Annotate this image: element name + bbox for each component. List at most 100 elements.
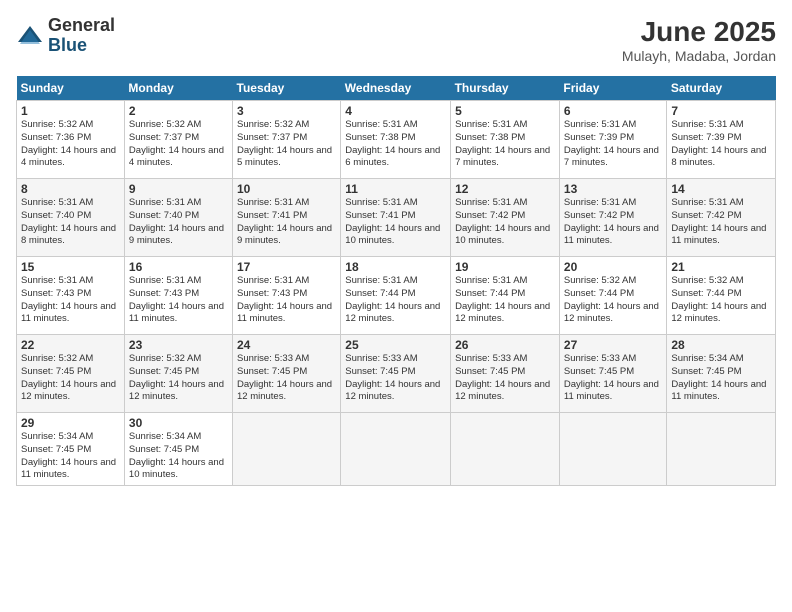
day-number: 10 xyxy=(237,182,336,196)
day-number: 21 xyxy=(671,260,771,274)
table-row: 4 Sunrise: 5:31 AM Sunset: 7:38 PM Dayli… xyxy=(341,101,451,179)
day-number: 20 xyxy=(564,260,662,274)
day-number: 26 xyxy=(455,338,555,352)
day-info: Sunrise: 5:34 AM Sunset: 7:45 PM Dayligh… xyxy=(21,431,120,482)
page: General Blue June 2025 Mulayh, Madaba, J… xyxy=(0,0,792,612)
table-row: 18 Sunrise: 5:31 AM Sunset: 7:44 PM Dayl… xyxy=(341,257,451,335)
table-row: 26 Sunrise: 5:33 AM Sunset: 7:45 PM Dayl… xyxy=(451,335,560,413)
table-row: 30 Sunrise: 5:34 AM Sunset: 7:45 PM Dayl… xyxy=(124,413,232,486)
header: General Blue June 2025 Mulayh, Madaba, J… xyxy=(16,16,776,64)
day-number: 23 xyxy=(129,338,228,352)
table-row xyxy=(559,413,666,486)
day-number: 17 xyxy=(237,260,336,274)
table-row: 27 Sunrise: 5:33 AM Sunset: 7:45 PM Dayl… xyxy=(559,335,666,413)
table-row: 7 Sunrise: 5:31 AM Sunset: 7:39 PM Dayli… xyxy=(667,101,776,179)
day-number: 2 xyxy=(129,104,228,118)
table-row: 29 Sunrise: 5:34 AM Sunset: 7:45 PM Dayl… xyxy=(17,413,125,486)
table-row: 2 Sunrise: 5:32 AM Sunset: 7:37 PM Dayli… xyxy=(124,101,232,179)
day-number: 28 xyxy=(671,338,771,352)
day-number: 29 xyxy=(21,416,120,430)
header-friday: Friday xyxy=(559,76,666,101)
table-row xyxy=(451,413,560,486)
day-info: Sunrise: 5:31 AM Sunset: 7:39 PM Dayligh… xyxy=(671,119,771,170)
day-info: Sunrise: 5:31 AM Sunset: 7:42 PM Dayligh… xyxy=(564,197,662,248)
day-info: Sunrise: 5:34 AM Sunset: 7:45 PM Dayligh… xyxy=(671,353,771,404)
calendar-table: Sunday Monday Tuesday Wednesday Thursday… xyxy=(16,76,776,486)
table-row: 20 Sunrise: 5:32 AM Sunset: 7:44 PM Dayl… xyxy=(559,257,666,335)
day-info: Sunrise: 5:32 AM Sunset: 7:44 PM Dayligh… xyxy=(564,275,662,326)
day-number: 1 xyxy=(21,104,120,118)
day-info: Sunrise: 5:31 AM Sunset: 7:38 PM Dayligh… xyxy=(455,119,555,170)
logo-general: General xyxy=(48,16,115,36)
day-info: Sunrise: 5:31 AM Sunset: 7:42 PM Dayligh… xyxy=(671,197,771,248)
logo-blue: Blue xyxy=(48,36,115,56)
day-number: 18 xyxy=(345,260,446,274)
day-info: Sunrise: 5:31 AM Sunset: 7:43 PM Dayligh… xyxy=(21,275,120,326)
header-monday: Monday xyxy=(124,76,232,101)
table-row: 25 Sunrise: 5:33 AM Sunset: 7:45 PM Dayl… xyxy=(341,335,451,413)
header-thursday: Thursday xyxy=(451,76,560,101)
table-row: 5 Sunrise: 5:31 AM Sunset: 7:38 PM Dayli… xyxy=(451,101,560,179)
day-number: 13 xyxy=(564,182,662,196)
day-number: 11 xyxy=(345,182,446,196)
table-row: 9 Sunrise: 5:31 AM Sunset: 7:40 PM Dayli… xyxy=(124,179,232,257)
logo-text: General Blue xyxy=(48,16,115,56)
table-row: 21 Sunrise: 5:32 AM Sunset: 7:44 PM Dayl… xyxy=(667,257,776,335)
day-number: 4 xyxy=(345,104,446,118)
table-row: 10 Sunrise: 5:31 AM Sunset: 7:41 PM Dayl… xyxy=(233,179,341,257)
location: Mulayh, Madaba, Jordan xyxy=(622,48,776,64)
day-number: 8 xyxy=(21,182,120,196)
day-info: Sunrise: 5:31 AM Sunset: 7:44 PM Dayligh… xyxy=(345,275,446,326)
day-info: Sunrise: 5:31 AM Sunset: 7:43 PM Dayligh… xyxy=(237,275,336,326)
day-number: 22 xyxy=(21,338,120,352)
table-row: 24 Sunrise: 5:33 AM Sunset: 7:45 PM Dayl… xyxy=(233,335,341,413)
table-row: 16 Sunrise: 5:31 AM Sunset: 7:43 PM Dayl… xyxy=(124,257,232,335)
header-tuesday: Tuesday xyxy=(233,76,341,101)
day-info: Sunrise: 5:32 AM Sunset: 7:37 PM Dayligh… xyxy=(129,119,228,170)
table-row: 17 Sunrise: 5:31 AM Sunset: 7:43 PM Dayl… xyxy=(233,257,341,335)
day-info: Sunrise: 5:33 AM Sunset: 7:45 PM Dayligh… xyxy=(345,353,446,404)
table-row: 22 Sunrise: 5:32 AM Sunset: 7:45 PM Dayl… xyxy=(17,335,125,413)
table-row: 19 Sunrise: 5:31 AM Sunset: 7:44 PM Dayl… xyxy=(451,257,560,335)
title-block: June 2025 Mulayh, Madaba, Jordan xyxy=(622,16,776,64)
day-info: Sunrise: 5:33 AM Sunset: 7:45 PM Dayligh… xyxy=(237,353,336,404)
day-number: 14 xyxy=(671,182,771,196)
day-number: 12 xyxy=(455,182,555,196)
table-row: 1 Sunrise: 5:32 AM Sunset: 7:36 PM Dayli… xyxy=(17,101,125,179)
day-info: Sunrise: 5:32 AM Sunset: 7:45 PM Dayligh… xyxy=(21,353,120,404)
day-info: Sunrise: 5:31 AM Sunset: 7:43 PM Dayligh… xyxy=(129,275,228,326)
table-row: 28 Sunrise: 5:34 AM Sunset: 7:45 PM Dayl… xyxy=(667,335,776,413)
day-info: Sunrise: 5:31 AM Sunset: 7:39 PM Dayligh… xyxy=(564,119,662,170)
day-number: 16 xyxy=(129,260,228,274)
logo-icon xyxy=(16,22,44,50)
table-row: 15 Sunrise: 5:31 AM Sunset: 7:43 PM Dayl… xyxy=(17,257,125,335)
table-row xyxy=(341,413,451,486)
header-sunday: Sunday xyxy=(17,76,125,101)
day-info: Sunrise: 5:33 AM Sunset: 7:45 PM Dayligh… xyxy=(564,353,662,404)
table-row: 11 Sunrise: 5:31 AM Sunset: 7:41 PM Dayl… xyxy=(341,179,451,257)
day-info: Sunrise: 5:33 AM Sunset: 7:45 PM Dayligh… xyxy=(455,353,555,404)
logo: General Blue xyxy=(16,16,115,56)
table-row: 3 Sunrise: 5:32 AM Sunset: 7:37 PM Dayli… xyxy=(233,101,341,179)
month-title: June 2025 xyxy=(622,16,776,48)
table-row xyxy=(233,413,341,486)
day-info: Sunrise: 5:32 AM Sunset: 7:45 PM Dayligh… xyxy=(129,353,228,404)
table-row: 8 Sunrise: 5:31 AM Sunset: 7:40 PM Dayli… xyxy=(17,179,125,257)
table-row: 6 Sunrise: 5:31 AM Sunset: 7:39 PM Dayli… xyxy=(559,101,666,179)
day-number: 27 xyxy=(564,338,662,352)
day-info: Sunrise: 5:32 AM Sunset: 7:37 PM Dayligh… xyxy=(237,119,336,170)
day-number: 24 xyxy=(237,338,336,352)
day-number: 7 xyxy=(671,104,771,118)
day-info: Sunrise: 5:31 AM Sunset: 7:41 PM Dayligh… xyxy=(345,197,446,248)
day-info: Sunrise: 5:31 AM Sunset: 7:40 PM Dayligh… xyxy=(129,197,228,248)
day-info: Sunrise: 5:32 AM Sunset: 7:44 PM Dayligh… xyxy=(671,275,771,326)
header-saturday: Saturday xyxy=(667,76,776,101)
day-info: Sunrise: 5:31 AM Sunset: 7:38 PM Dayligh… xyxy=(345,119,446,170)
table-row: 23 Sunrise: 5:32 AM Sunset: 7:45 PM Dayl… xyxy=(124,335,232,413)
day-info: Sunrise: 5:31 AM Sunset: 7:42 PM Dayligh… xyxy=(455,197,555,248)
day-number: 19 xyxy=(455,260,555,274)
day-number: 9 xyxy=(129,182,228,196)
day-number: 15 xyxy=(21,260,120,274)
day-info: Sunrise: 5:32 AM Sunset: 7:36 PM Dayligh… xyxy=(21,119,120,170)
table-row: 12 Sunrise: 5:31 AM Sunset: 7:42 PM Dayl… xyxy=(451,179,560,257)
